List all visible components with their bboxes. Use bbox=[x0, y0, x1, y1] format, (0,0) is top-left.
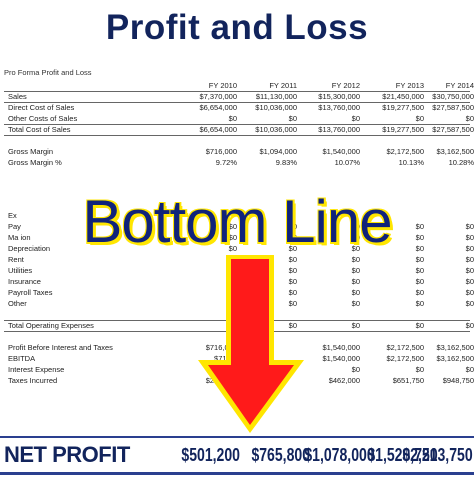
column-header: FY 2011 bbox=[269, 81, 297, 90]
cell-value: $10,036,000 bbox=[255, 103, 297, 112]
cell-value: $0 bbox=[465, 114, 474, 123]
sheet-subtitle: Pro Forma Profit and Loss bbox=[4, 68, 92, 77]
row-label: Utilities bbox=[8, 266, 33, 275]
column-header: FY 2010 bbox=[208, 81, 237, 90]
net-profit-fy2011: $765,800 bbox=[251, 445, 310, 465]
cell-value: $462,000 bbox=[328, 376, 360, 385]
cell-value: $27,587,500 bbox=[432, 125, 474, 134]
cell-value: $0 bbox=[351, 114, 360, 123]
cell-value: $0 bbox=[228, 114, 237, 123]
bottom-line-caption: Bottom Line bbox=[82, 188, 392, 255]
cell-value: $1,540,000 bbox=[322, 343, 360, 352]
column-header-row: FY 2010 FY 2011 FY 2012 FY 2013 FY 2014 bbox=[4, 80, 474, 91]
cell-value: $11,130,000 bbox=[255, 92, 297, 101]
row-label: Direct Cost of Sales bbox=[8, 103, 75, 112]
row-label: Profit Before Interest and Taxes bbox=[8, 343, 113, 352]
table-divider bbox=[4, 124, 470, 125]
net-profit-fy2014: $2,213,750 bbox=[402, 445, 473, 465]
cell-value: $716,000 bbox=[205, 147, 237, 156]
table-divider bbox=[4, 91, 470, 92]
row-label: Other Costs of Sales bbox=[8, 114, 78, 123]
cell-value: 10.28% bbox=[448, 158, 474, 167]
row-label: Interest Expense bbox=[8, 365, 65, 374]
row-label: Insurance bbox=[8, 277, 41, 286]
column-header: FY 2012 bbox=[331, 81, 360, 90]
down-arrow-icon bbox=[198, 255, 304, 433]
column-header: FY 2014 bbox=[445, 81, 474, 90]
table-row: Direct Cost of Sales $6,654,000 $10,036,00… bbox=[4, 102, 474, 113]
net-profit-fy2010: $501,200 bbox=[181, 445, 240, 465]
cell-value: $0 bbox=[465, 365, 474, 374]
cell-value: $0 bbox=[465, 321, 474, 330]
net-profit-label: NET PROFIT bbox=[4, 442, 130, 467]
cell-value: $3,162,500 bbox=[436, 354, 474, 363]
table-row: Sales $7,370,000 $11,130,000 $15,300,000 $21… bbox=[4, 91, 474, 102]
row-label: Taxes Incurred bbox=[8, 376, 58, 385]
cell-value: $0 bbox=[351, 365, 360, 374]
cell-value: $30,750,000 bbox=[432, 92, 474, 101]
cell-value: $27,587,500 bbox=[432, 103, 474, 112]
cell-value: $0 bbox=[351, 277, 360, 286]
cell-value: $13,760,000 bbox=[318, 125, 360, 134]
cell-value: $0 bbox=[465, 288, 474, 297]
row-label: Gross Margin bbox=[8, 147, 54, 156]
table-row: Gross Margin % 9.72% 9.83% 10.07% 10.13% 10.2… bbox=[4, 157, 474, 168]
cell-value: $15,300,000 bbox=[318, 92, 360, 101]
table-row: Other Costs of Sales $0 $0 $0 $0 $0 bbox=[4, 113, 474, 124]
row-label: EBITDA bbox=[8, 354, 36, 363]
cell-value: $13,760,000 bbox=[318, 103, 360, 112]
cell-value: 9.72% bbox=[215, 158, 237, 167]
table-divider bbox=[4, 135, 470, 136]
cell-value: $948,750 bbox=[442, 376, 474, 385]
net-profit-fy2012: $1,078,000 bbox=[304, 445, 375, 465]
cell-value: $0 bbox=[351, 299, 360, 308]
row-label: Total Operating Expenses bbox=[8, 321, 94, 330]
cell-value: $0 bbox=[288, 114, 297, 123]
table-row: Gross Margin $716,000 $1,094,000 $1,540,000… bbox=[4, 146, 474, 157]
cell-value: $1,540,000 bbox=[322, 147, 360, 156]
row-label: Sales bbox=[8, 92, 27, 101]
table-row: Total Cost of Sales $6,654,000 $10,036,000… bbox=[4, 124, 474, 135]
cell-value: $0 bbox=[351, 288, 360, 297]
cell-value: 9.83% bbox=[275, 158, 297, 167]
cell-value: $0 bbox=[465, 266, 474, 275]
row-label: Gross Margin % bbox=[8, 158, 62, 167]
cell-value: $1,094,000 bbox=[259, 147, 297, 156]
cell-value: $1,540,000 bbox=[322, 354, 360, 363]
row-label: Other bbox=[8, 299, 27, 308]
cell-value: $0 bbox=[465, 299, 474, 308]
cell-value: $10,036,000 bbox=[255, 125, 297, 134]
page-title: Profit and Loss bbox=[105, 8, 369, 47]
net-profit-row: NET PROFIT $501,200 $765,800 $1,078,000 … bbox=[0, 436, 474, 475]
row-label: Total Cost of Sales bbox=[8, 125, 71, 134]
row-label: Payroll Taxes bbox=[8, 288, 53, 297]
cell-value: $3,162,500 bbox=[436, 147, 474, 156]
cell-value: $6,654,000 bbox=[199, 103, 237, 112]
cell-value: $7,370,000 bbox=[199, 92, 237, 101]
cell-value: 10.07% bbox=[334, 158, 360, 167]
cell-value: $3,162,500 bbox=[436, 343, 474, 352]
cell-value: $0 bbox=[465, 277, 474, 286]
cell-value: $6,654,000 bbox=[199, 125, 237, 134]
table-divider bbox=[4, 102, 470, 103]
cell-value: $0 bbox=[351, 266, 360, 275]
cell-value: $0 bbox=[351, 321, 360, 330]
